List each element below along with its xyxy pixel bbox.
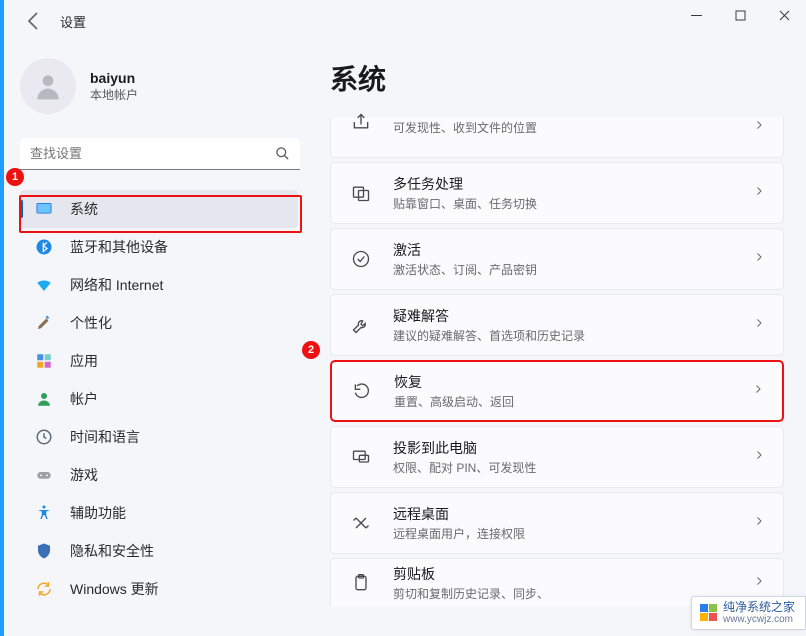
titlebar: 设置 — [0, 0, 806, 42]
multitask-icon — [349, 181, 373, 205]
card-title: 投影到此电脑 — [393, 438, 536, 458]
card-title: 多任务处理 — [393, 174, 537, 194]
chevron-right-icon — [752, 382, 764, 400]
watermark-url: www.ycwjz.com — [723, 614, 795, 625]
sidebar: baiyun 本地帐户 — [20, 58, 300, 188]
window-controls — [674, 0, 806, 30]
card-sub: 远程桌面用户，连接权限 — [393, 525, 525, 542]
nav-label: 个性化 — [70, 313, 112, 333]
card-nearby-share[interactable]: 可发现性、收到文件的位置 — [330, 118, 784, 158]
paintbrush-icon — [34, 313, 54, 333]
bluetooth-icon — [34, 237, 54, 257]
display-icon — [34, 199, 54, 219]
update-icon — [34, 579, 54, 599]
nav-list: 系统 蓝牙和其他设备 网络和 Internet 个性化 应用 帐户 时间和语言 … — [20, 190, 300, 636]
clock-icon — [34, 427, 54, 447]
nav-network[interactable]: 网络和 Internet — [20, 266, 298, 304]
nav-update[interactable]: Windows 更新 — [20, 570, 298, 608]
card-multitasking[interactable]: 多任务处理 贴靠窗口、桌面、任务切换 — [330, 162, 784, 224]
card-sub: 剪切和复制历史记录、同步、 — [393, 585, 549, 602]
chevron-right-icon — [753, 184, 765, 202]
nav-label: 系统 — [70, 199, 98, 219]
nav-bluetooth[interactable]: 蓝牙和其他设备 — [20, 228, 298, 266]
card-project[interactable]: 投影到此电脑 权限、配对 PIN、可发现性 — [330, 426, 784, 488]
page-title: 系统 — [330, 58, 784, 98]
person-icon — [34, 389, 54, 409]
gamepad-icon — [34, 465, 54, 485]
nav-label: 蓝牙和其他设备 — [70, 237, 168, 257]
chevron-right-icon — [753, 574, 765, 592]
watermark: 纯净系统之家 www.ycwjz.com — [691, 596, 806, 630]
window-left-accent — [0, 0, 4, 636]
nav-apps[interactable]: 应用 — [20, 342, 298, 380]
nav-label: 应用 — [70, 351, 98, 371]
user-name: baiyun — [90, 70, 138, 86]
share-icon — [349, 110, 373, 134]
nav-accessibility[interactable]: 辅助功能 — [20, 494, 298, 532]
nav-accounts[interactable]: 帐户 — [20, 380, 298, 418]
card-sub: 激活状态、订阅、产品密钥 — [393, 261, 537, 278]
accessibility-icon — [34, 503, 54, 523]
nav-label: 网络和 Internet — [70, 275, 163, 295]
card-sub: 可发现性、收到文件的位置 — [393, 119, 537, 136]
chevron-right-icon — [753, 250, 765, 268]
nav-time[interactable]: 时间和语言 — [20, 418, 298, 456]
card-title: 远程桌面 — [393, 504, 525, 524]
nav-label: 时间和语言 — [70, 427, 140, 447]
card-activation[interactable]: 激活 激活状态、订阅、产品密钥 — [330, 228, 784, 290]
chevron-right-icon — [753, 448, 765, 466]
annotation-badge-1: 1 — [6, 168, 24, 186]
search-input[interactable] — [20, 138, 300, 170]
card-sub: 建议的疑难解答、首选项和历史记录 — [393, 327, 585, 344]
card-title: 剪贴板 — [393, 564, 549, 584]
nav-label: 隐私和安全性 — [70, 541, 154, 561]
user-type: 本地帐户 — [90, 86, 138, 103]
main-panel: 系统 可发现性、收到文件的位置 多任务处理 贴靠窗口、桌面、任务切换 激活 激活… — [330, 58, 784, 636]
card-sub: 权限、配对 PIN、可发现性 — [393, 459, 536, 476]
watermark-logo-icon — [700, 604, 717, 621]
project-icon — [349, 445, 373, 469]
card-sub: 贴靠窗口、桌面、任务切换 — [393, 195, 537, 212]
card-title: 疑难解答 — [393, 306, 585, 326]
nav-label: 帐户 — [70, 389, 98, 409]
avatar — [20, 58, 76, 114]
card-remote-desktop[interactable]: 远程桌面 远程桌面用户，连接权限 — [330, 492, 784, 554]
chevron-right-icon — [753, 316, 765, 334]
watermark-title: 纯净系统之家 — [723, 600, 795, 614]
nav-personalize[interactable]: 个性化 — [20, 304, 298, 342]
chevron-right-icon — [753, 514, 765, 532]
nav-privacy[interactable]: 隐私和安全性 — [20, 532, 298, 570]
minimize-button[interactable] — [674, 0, 718, 30]
nav-label: 辅助功能 — [70, 503, 126, 523]
card-title: 激活 — [393, 240, 537, 260]
card-recovery[interactable]: 恢复 重置、高级启动、返回 — [330, 360, 784, 422]
close-button[interactable] — [762, 0, 806, 30]
nav-system[interactable]: 系统 — [20, 190, 298, 228]
nav-label: 游戏 — [70, 465, 98, 485]
chevron-right-icon — [753, 118, 765, 136]
card-title: 恢复 — [394, 372, 514, 392]
remote-icon — [349, 511, 373, 535]
nav-gaming[interactable]: 游戏 — [20, 456, 298, 494]
shield-icon — [34, 541, 54, 561]
wrench-icon — [349, 313, 373, 337]
card-troubleshoot[interactable]: 疑难解答 建议的疑难解答、首选项和历史记录 — [330, 294, 784, 356]
card-list: 可发现性、收到文件的位置 多任务处理 贴靠窗口、桌面、任务切换 激活 激活状态、… — [330, 118, 784, 606]
maximize-button[interactable] — [718, 0, 762, 30]
user-block[interactable]: baiyun 本地帐户 — [20, 58, 300, 114]
recovery-icon — [350, 379, 374, 403]
apps-icon — [34, 351, 54, 371]
clipboard-icon — [349, 571, 373, 595]
card-sub: 重置、高级启动、返回 — [394, 393, 514, 410]
search-box — [20, 138, 300, 170]
search-icon — [275, 146, 290, 166]
nav-label: Windows 更新 — [70, 579, 159, 599]
window-title: 设置 — [60, 12, 86, 31]
back-button[interactable] — [22, 9, 46, 33]
annotation-badge-2: 2 — [302, 341, 320, 359]
wifi-icon — [34, 275, 54, 295]
check-circle-icon — [349, 247, 373, 271]
